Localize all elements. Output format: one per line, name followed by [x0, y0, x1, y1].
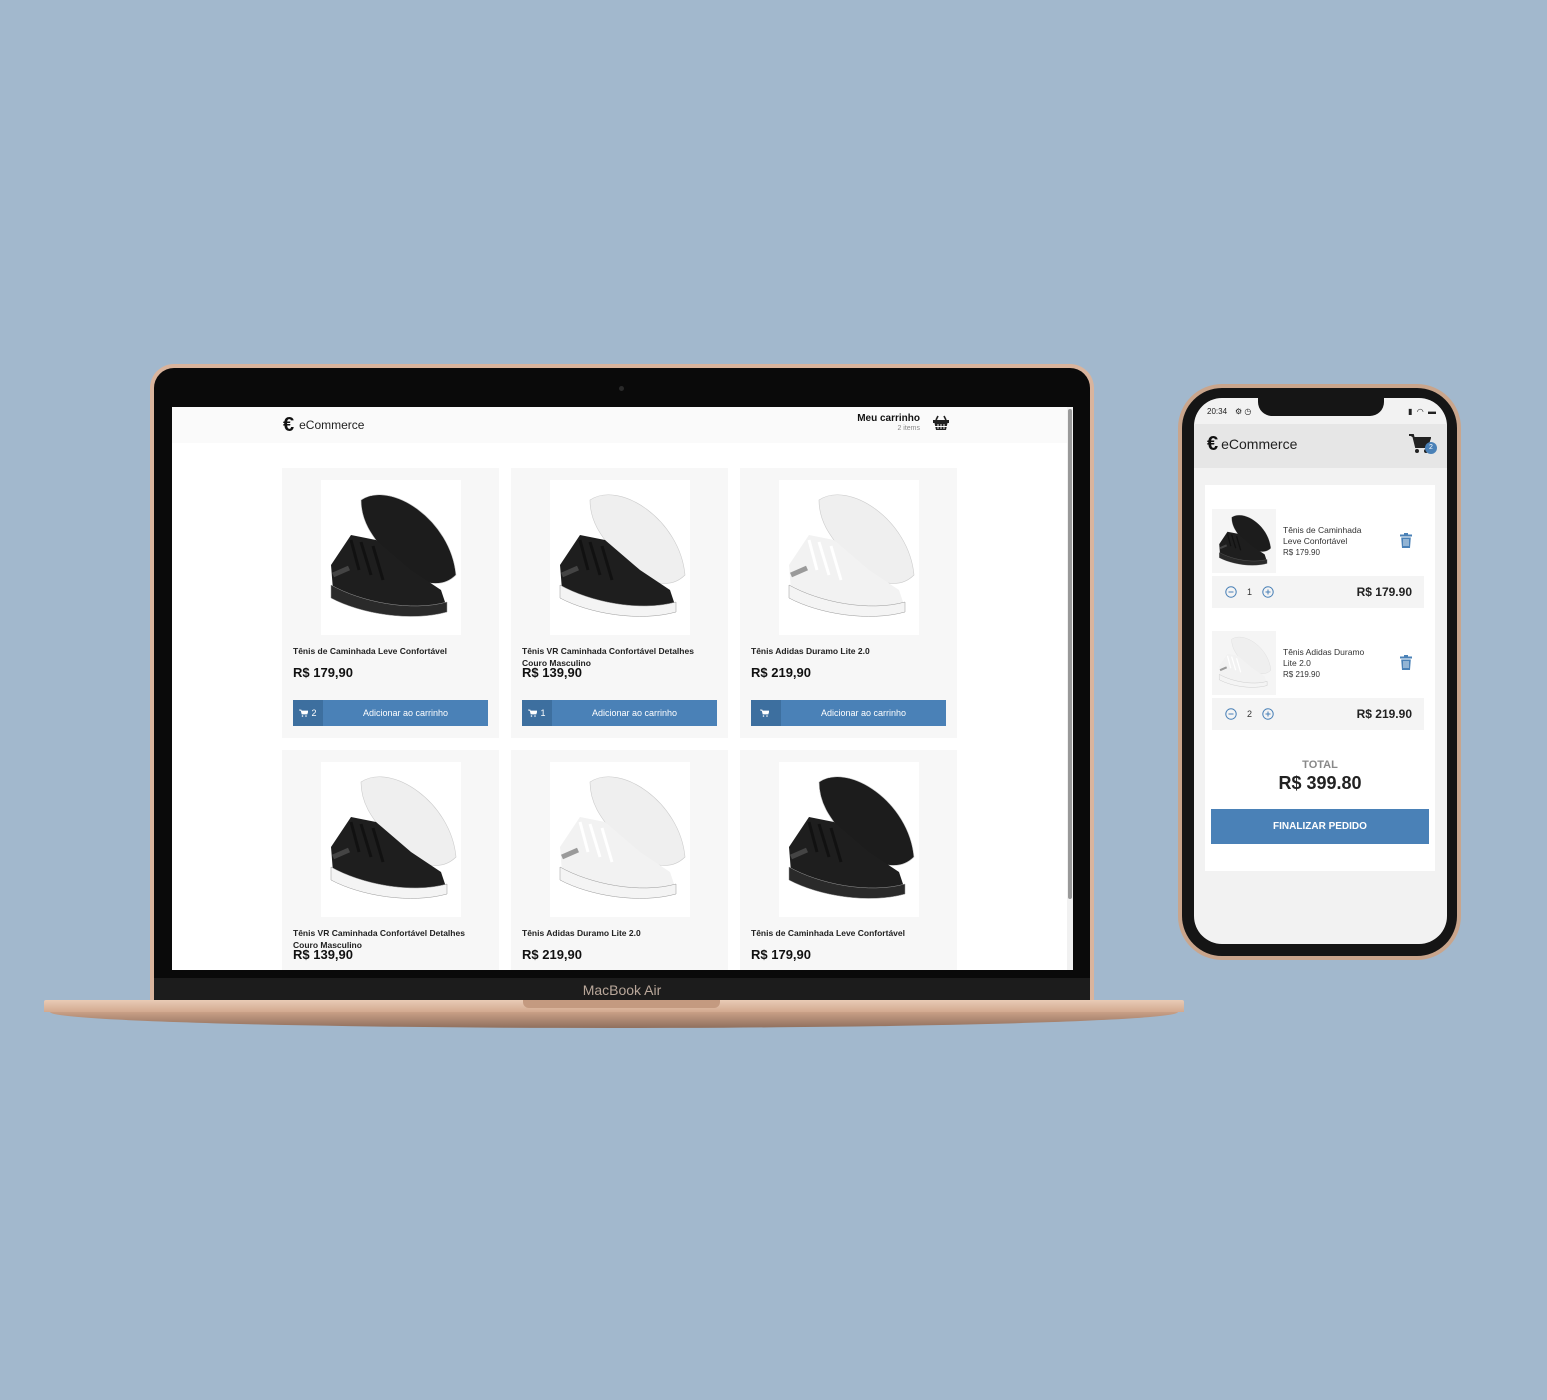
sneaker-image	[330, 494, 456, 617]
laptop-camera	[619, 386, 624, 391]
cart-item-info: Tênis de Caminhada Leve Confortável R$ 1…	[1283, 525, 1378, 557]
add-to-cart-button[interactable]: Adicionar ao carrinho	[751, 700, 946, 726]
site-header: € eCommerce Meu carrinho 2 items	[172, 407, 1067, 443]
cart-text: Meu carrinho 2 items	[857, 413, 920, 432]
cart-item-controls: 1 R$ 179.90	[1212, 576, 1424, 608]
cart-item-controls: 2 R$ 219.90	[1212, 698, 1424, 730]
minus-circle-icon[interactable]	[1225, 708, 1237, 720]
minus-circle-icon[interactable]	[1225, 586, 1237, 598]
total-label: TOTAL	[1302, 759, 1338, 771]
status-icons-left: ⚙ ◷	[1235, 407, 1252, 416]
scrollbar[interactable]	[1067, 407, 1073, 970]
logo-text: eCommerce	[299, 418, 365, 432]
phone-notch	[1258, 398, 1384, 416]
cart-title: Meu carrinho	[857, 413, 920, 424]
status-time: 20:34	[1207, 407, 1228, 416]
cart-item-image	[1212, 509, 1276, 573]
cart-item-details: Tênis de Caminhada Leve Confortável R$ 1…	[1212, 506, 1424, 576]
sneaker-image	[559, 494, 685, 617]
product-price: R$ 219,90	[522, 947, 582, 962]
cart-item-name: Tênis Adidas Duramo Lite 2.0	[1283, 647, 1365, 668]
cart-item-unit-price: R$ 179.90	[1283, 548, 1320, 557]
product-price: R$ 179,90	[751, 947, 811, 962]
laptop-screen: € eCommerce Meu carrinho 2 items Tênis d…	[172, 407, 1073, 970]
product-image[interactable]	[778, 762, 919, 917]
cart-icon	[299, 709, 309, 717]
product-card[interactable]: Tênis VR Caminhada Confortável Detalhes …	[511, 468, 728, 738]
total-value: R$ 399.80	[1278, 773, 1362, 793]
cart-item-info: Tênis Adidas Duramo Lite 2.0 R$ 219.90	[1283, 647, 1378, 679]
add-to-cart-button[interactable]: 1 Adicionar ao carrinho	[522, 700, 717, 726]
laptop-foot	[50, 1012, 1178, 1028]
sneaker-image	[1219, 515, 1271, 566]
cart-qty-indicator: 1	[522, 700, 552, 726]
product-image[interactable]	[778, 480, 919, 635]
euro-logo-icon: €	[1207, 433, 1219, 455]
trash-icon[interactable]	[1400, 533, 1412, 548]
cart-item-name: Tênis de Caminhada Leve Confortável	[1283, 525, 1362, 546]
checkout-button[interactable]: FINALIZAR PEDIDO	[1211, 809, 1429, 844]
quantity-value: 1	[1247, 587, 1253, 597]
cart-item-image	[1212, 631, 1276, 695]
phone-screen: 20:34 ⚙ ◷ ▮ ◠ ▬ € eCommerce 2 TOTAL R$ 3…	[1194, 398, 1447, 944]
sneaker-image	[788, 776, 914, 899]
laptop-brand-label: MacBook Air	[154, 978, 1090, 1002]
product-card[interactable]: Tênis de Caminhada Leve Confortável R$ 1…	[282, 468, 499, 738]
cart-item: Tênis de Caminhada Leve Confortável R$ 1…	[1212, 506, 1424, 608]
product-price: R$ 139,90	[522, 665, 582, 680]
trash-icon[interactable]	[1400, 655, 1412, 670]
sneaker-image	[330, 776, 456, 899]
product-image[interactable]	[549, 480, 690, 635]
line-total: R$ 179.90	[1356, 585, 1412, 599]
add-to-cart-button[interactable]: 2 Adicionar ao carrinho	[293, 700, 488, 726]
basket-icon	[933, 415, 949, 430]
cart-button[interactable]: 2	[1409, 434, 1437, 454]
laptop-hinge-notch	[523, 1000, 720, 1008]
product-card[interactable]: Tênis de Caminhada Leve Confortável R$ 1…	[740, 750, 957, 970]
cart-item-unit-price: R$ 219.90	[1283, 670, 1320, 679]
cart-badge: 2	[1425, 442, 1437, 454]
cart-item: Tênis Adidas Duramo Lite 2.0 R$ 219.90 2…	[1212, 628, 1424, 730]
product-grid: Tênis de Caminhada Leve Confortável R$ 1…	[282, 468, 958, 970]
quantity-value: 2	[1247, 709, 1253, 719]
product-image[interactable]	[320, 480, 461, 635]
cart-panel: TOTAL R$ 399.80 FINALIZAR PEDIDO Tênis d…	[1205, 485, 1435, 871]
sneaker-image	[559, 776, 685, 899]
product-image[interactable]	[549, 762, 690, 917]
cart-qty: 1	[540, 708, 546, 718]
plus-circle-icon[interactable]	[1262, 586, 1274, 598]
cart-item-count: 2 items	[897, 425, 920, 432]
phone-header: € eCommerce 2	[1194, 424, 1447, 468]
logo-text: eCommerce	[1221, 436, 1298, 452]
euro-logo-icon: €	[283, 414, 295, 436]
cart-item-details: Tênis Adidas Duramo Lite 2.0 R$ 219.90	[1212, 628, 1424, 698]
cart-icon	[760, 709, 769, 717]
scrollbar-thumb[interactable]	[1068, 409, 1072, 899]
sneaker-image	[1219, 637, 1271, 688]
cart-qty: 2	[311, 708, 317, 718]
cart-icon	[528, 709, 538, 717]
cart-qty-indicator: 2	[293, 700, 323, 726]
line-total: R$ 219.90	[1356, 707, 1412, 721]
site-logo[interactable]: € eCommerce	[283, 415, 364, 435]
product-card[interactable]: Tênis VR Caminhada Confortável Detalhes …	[282, 750, 499, 970]
product-card[interactable]: Tênis Adidas Duramo Lite 2.0 R$ 219,90 A…	[740, 468, 957, 738]
plus-circle-icon[interactable]	[1262, 708, 1274, 720]
product-price: R$ 139,90	[293, 947, 353, 962]
add-to-cart-label: Adicionar ao carrinho	[820, 708, 907, 718]
product-image[interactable]	[320, 762, 461, 917]
status-icons-right: ▮ ◠ ▬	[1408, 407, 1437, 416]
my-cart-link[interactable]: Meu carrinho 2 items	[857, 413, 950, 432]
add-to-cart-label: Adicionar ao carrinho	[591, 708, 678, 718]
product-price: R$ 219,90	[751, 665, 811, 680]
product-card[interactable]: Tênis Adidas Duramo Lite 2.0 R$ 219,90	[511, 750, 728, 970]
product-price: R$ 179,90	[293, 665, 353, 680]
phone-logo[interactable]: € eCommerce	[1207, 434, 1297, 454]
add-to-cart-label: Adicionar ao carrinho	[362, 708, 449, 718]
sneaker-image	[788, 494, 914, 617]
cart-qty-indicator	[751, 700, 781, 726]
